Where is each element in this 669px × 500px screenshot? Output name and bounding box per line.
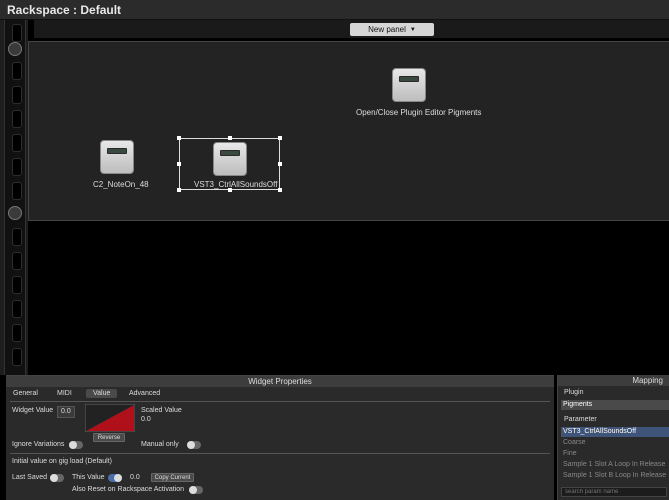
window-title: Rackspace : Default — [7, 3, 122, 17]
mapping-panel: Mapping Plugin Pigments Parameter VST3_C… — [557, 375, 669, 500]
new-panel-label: New panel — [368, 25, 406, 34]
this-value: 0.0 — [130, 474, 140, 481]
resize-handle[interactable] — [278, 162, 282, 166]
chevron-down-icon: ▼ — [409, 26, 416, 33]
divider — [10, 401, 550, 402]
this-value-label: This Value — [72, 474, 105, 481]
rail-slot — [12, 86, 22, 104]
new-panel-dropdown[interactable]: New panel ▼ — [350, 23, 434, 36]
manual-only-label: Manual only — [141, 441, 179, 448]
value-curve-graph[interactable] — [85, 404, 135, 432]
rail-screw-icon — [8, 42, 22, 56]
this-value-toggle[interactable] — [108, 474, 122, 482]
rail-slot — [12, 134, 22, 152]
rack-panel[interactable]: Open/Close Plugin Editor Pigments C2_Not… — [28, 41, 669, 221]
led-indicator-icon — [220, 150, 240, 156]
widget-value-label: Widget Value — [12, 407, 54, 414]
rail-slot — [12, 158, 22, 176]
reverse-button[interactable]: Reverse — [93, 433, 125, 442]
widget-label: Open/Close Plugin Editor Pigments — [356, 108, 482, 117]
widget-button[interactable] — [213, 142, 247, 176]
panel-toolbar: New panel ▼ — [34, 20, 669, 38]
mapping-header: Mapping — [558, 375, 669, 386]
copy-current-button[interactable]: Copy Current — [151, 473, 194, 482]
last-saved-label: Last Saved — [12, 474, 48, 481]
parameter-item[interactable]: Sample 1 Slot A Loop In Release — [561, 460, 669, 470]
widget-value-field[interactable]: 0.0 — [57, 406, 75, 418]
rail-slot — [12, 348, 22, 366]
parameter-item[interactable]: Fine — [561, 449, 669, 459]
divider — [10, 453, 550, 454]
widget-button[interactable] — [100, 140, 134, 174]
last-saved-toggle[interactable] — [50, 474, 64, 482]
also-reset-label: Also Reset on Rackspace Activation — [72, 486, 185, 493]
tab-general[interactable]: General — [13, 390, 38, 397]
also-reset-toggle[interactable] — [189, 486, 203, 494]
parameter-item[interactable]: Sample 1 Slot B Loop In Release — [561, 471, 669, 481]
scaled-value: 0.0 — [141, 416, 151, 423]
search-param-input[interactable] — [561, 487, 667, 497]
initial-value-label: Initial value on gig load (Default) — [12, 458, 113, 465]
rack-rail — [0, 20, 28, 375]
resize-handle[interactable] — [177, 162, 181, 166]
rail-slot — [12, 300, 22, 318]
title-bar: Rackspace : Default — [0, 0, 669, 20]
parameter-label: Parameter — [564, 416, 597, 423]
resize-handle[interactable] — [177, 136, 181, 140]
properties-tabs: General MIDI Value Advanced — [6, 388, 554, 400]
led-indicator-icon — [399, 76, 419, 82]
widget-label: C2_NoteOn_48 — [93, 180, 149, 189]
widget-label: VST3_CtrlAllSoundsOff — [194, 180, 278, 189]
parameter-item[interactable]: Coarse — [561, 438, 669, 448]
widget-properties-panel: Widget Properties General MIDI Value Adv… — [6, 375, 554, 500]
rail-slot — [12, 182, 22, 200]
scaled-value-label: Scaled Value — [141, 407, 182, 414]
resize-handle[interactable] — [278, 188, 282, 192]
rail-slot — [12, 252, 22, 270]
rail-slot — [12, 62, 22, 80]
ignore-variations-toggle[interactable] — [69, 441, 83, 449]
ignore-variations-label: Ignore Variations — [12, 441, 65, 448]
rack-rail-inner — [4, 20, 26, 375]
rail-slot — [12, 228, 22, 246]
resize-handle[interactable] — [278, 136, 282, 140]
led-indicator-icon — [107, 148, 127, 154]
rail-slot — [12, 276, 22, 294]
resize-handle[interactable] — [228, 136, 232, 140]
rail-slot — [12, 24, 22, 42]
resize-handle[interactable] — [177, 188, 181, 192]
widget-properties-header: Widget Properties — [6, 376, 554, 387]
tab-value[interactable]: Value — [86, 389, 118, 398]
parameter-item[interactable]: VST3_CtrlAllSoundsOff — [561, 427, 669, 437]
rail-slot — [12, 324, 22, 342]
rail-slot — [12, 110, 22, 128]
plugin-select[interactable]: Pigments — [561, 400, 669, 410]
plugin-label: Plugin — [564, 389, 584, 396]
widget-button[interactable] — [392, 68, 426, 102]
manual-only-toggle[interactable] — [187, 441, 201, 449]
rail-screw-icon — [8, 206, 22, 220]
tab-advanced[interactable]: Advanced — [129, 390, 160, 397]
tab-midi[interactable]: MIDI — [57, 390, 72, 397]
